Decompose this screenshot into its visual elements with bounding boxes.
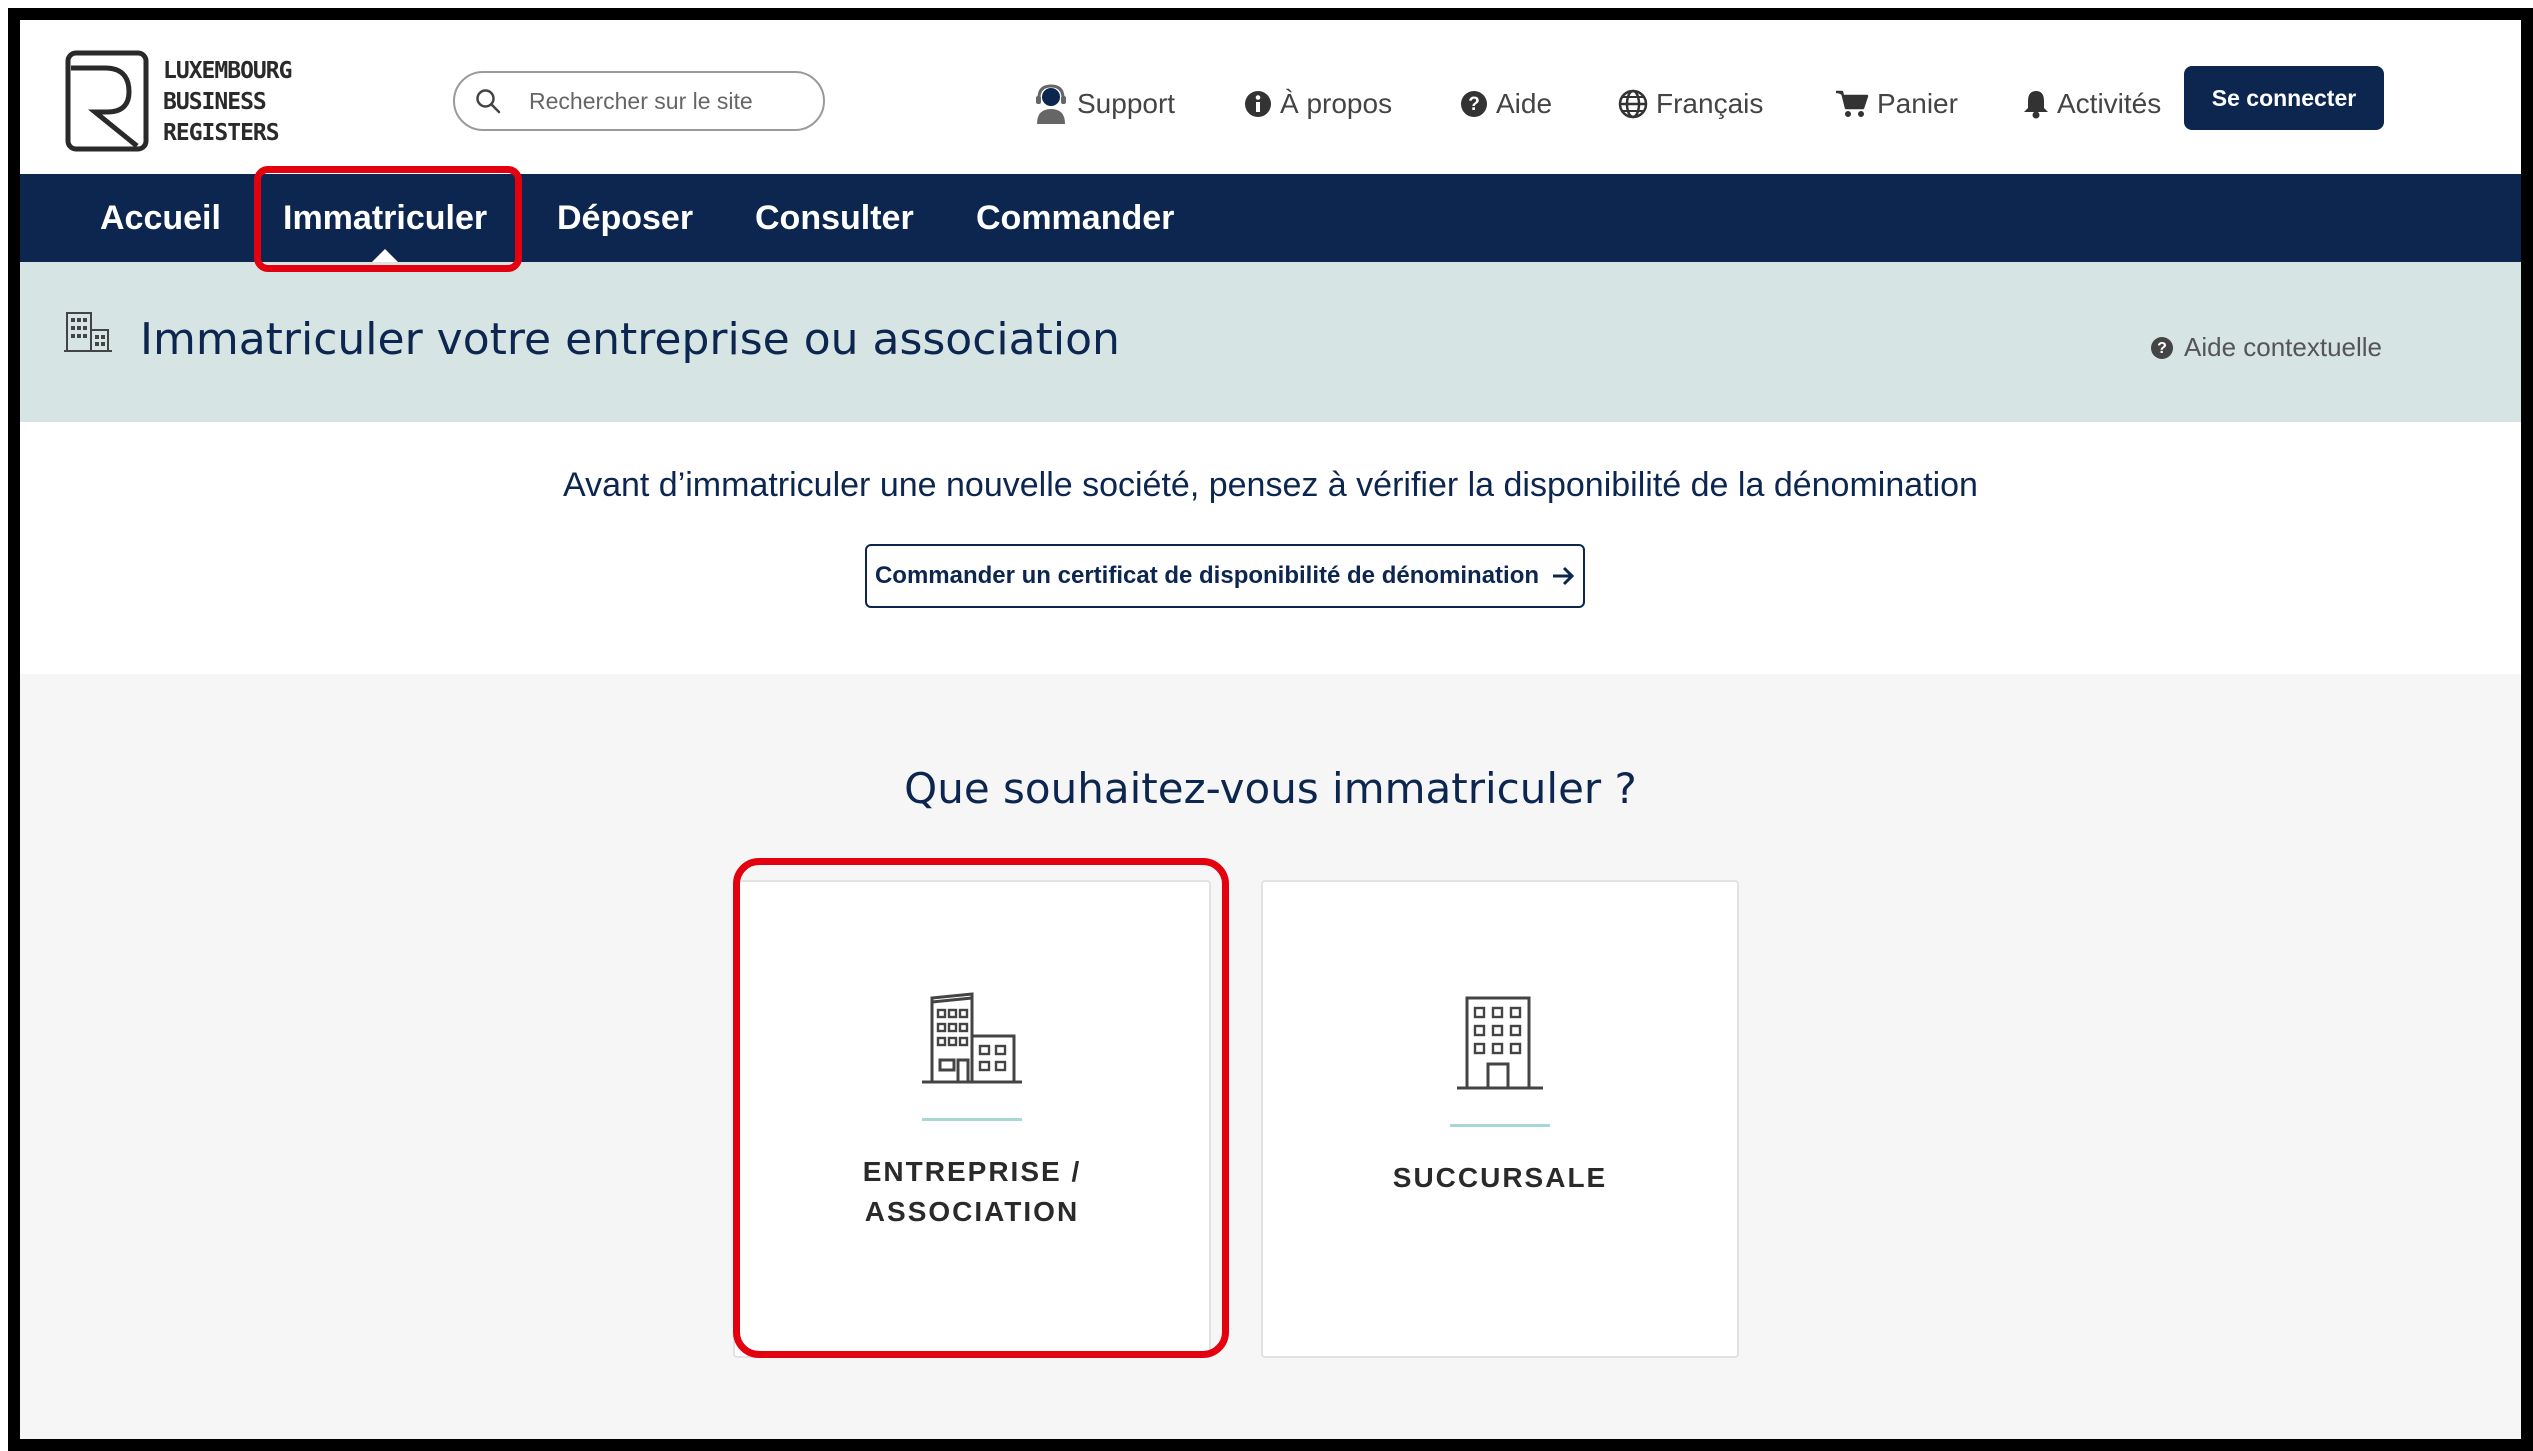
login-button[interactable]: Se connecter [2184, 66, 2384, 130]
registration-choice-section: Que souhaitez-vous immatriculer ? ENTREP… [20, 674, 2521, 1439]
contextual-help-label: Aide contextuelle [2184, 332, 2383, 362]
tab-accueil[interactable]: Accueil [100, 174, 221, 262]
order-certificate-label: Commander un certificat de disponibilité… [874, 562, 1540, 589]
cart-link[interactable]: Panier [1835, 80, 1958, 128]
tab-consulter[interactable]: Consulter [755, 174, 914, 262]
svg-text:?: ? [2157, 340, 2167, 357]
cart-icon [1836, 90, 1869, 117]
notice-text: Avant d’immatriculer une nouvelle sociét… [563, 466, 1978, 504]
card-succursale[interactable]: SUCCURSALE [1261, 880, 1739, 1358]
help-icon: ? [1461, 91, 1487, 117]
page-heading-band: Immatriculer votre entreprise ou associa… [20, 262, 2521, 422]
utility-nav: Support À propos ? Aide Français Panier … [20, 80, 2521, 128]
building-icon [1457, 996, 1543, 1090]
help-link[interactable]: ? Aide [1460, 80, 1552, 128]
support-label: Support [1077, 88, 1176, 119]
browser-frame: LUXEMBOURG BUSINESS REGISTERS Rechercher… [8, 8, 2533, 1451]
activities-link[interactable]: Activités [2023, 80, 2161, 128]
availability-notice: Avant d’immatriculer une nouvelle sociét… [20, 422, 2521, 674]
arrow-right-icon [1553, 566, 1575, 586]
highlight-immatriculer-tab [254, 166, 522, 272]
tab-deposer[interactable]: Déposer [557, 174, 693, 262]
card-label: SUCCURSALE [1392, 1162, 1608, 1193]
globe-icon [1618, 89, 1648, 119]
info-icon [1245, 91, 1271, 117]
bell-icon [2024, 91, 2048, 119]
svg-text:?: ? [1468, 94, 1480, 115]
activities-label: Activités [2057, 88, 2162, 119]
order-certificate-button[interactable]: Commander un certificat de disponibilité… [865, 544, 1585, 608]
support-link[interactable]: Support [1033, 80, 1175, 128]
buildings-icon [64, 312, 112, 352]
highlight-entreprise-card [733, 858, 1229, 1358]
language-label: Français [1656, 88, 1764, 119]
support-agent-icon [1036, 84, 1066, 124]
page-title: Immatriculer votre entreprise ou associa… [140, 314, 1120, 365]
about-label: À propos [1280, 88, 1393, 119]
language-selector[interactable]: Français [1618, 80, 1763, 128]
cart-label: Panier [1877, 88, 1958, 119]
contextual-help-link[interactable]: ? Aide contextuelle [2150, 332, 2382, 363]
help-icon: ? [2151, 336, 2173, 359]
top-header: LUXEMBOURG BUSINESS REGISTERS Rechercher… [20, 20, 2521, 174]
choice-title: Que souhaitez-vous immatriculer ? [904, 764, 1637, 813]
about-link[interactable]: À propos [1244, 80, 1392, 128]
card-accent-line [1450, 1124, 1550, 1127]
tab-commander[interactable]: Commander [976, 174, 1174, 262]
help-label: Aide [1496, 88, 1553, 119]
